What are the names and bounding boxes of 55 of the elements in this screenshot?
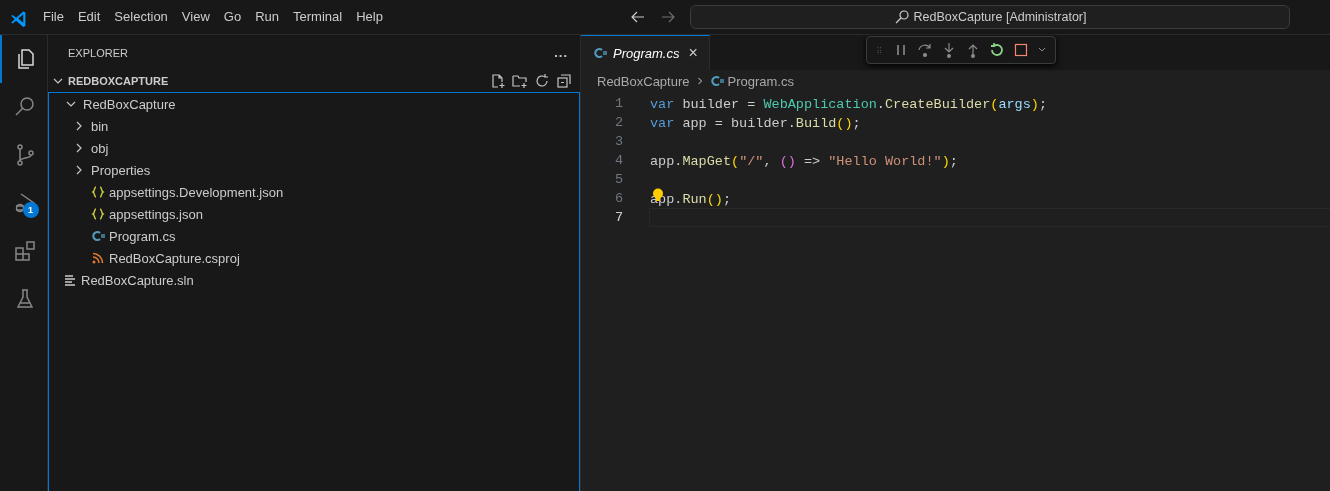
csharp-icon bbox=[709, 74, 724, 88]
folder-name[interactable]: bin bbox=[91, 118, 109, 134]
line-number: 4 bbox=[613, 153, 623, 168]
menu-item[interactable]: View bbox=[174, 6, 217, 28]
file-name[interactable]: appsettings.json bbox=[109, 206, 203, 222]
folder-name[interactable]: Properties bbox=[91, 162, 151, 178]
line-number: 3 bbox=[613, 134, 623, 149]
new-file-icon[interactable] bbox=[490, 73, 506, 89]
activity-button[interactable]: 1 bbox=[0, 179, 48, 227]
file-name[interactable]: appsettings.Development.json bbox=[109, 184, 284, 200]
editor-tab[interactable]: Program.cs × bbox=[581, 35, 710, 70]
menu-item[interactable]: Run bbox=[248, 6, 286, 28]
line-number: 5 bbox=[613, 172, 623, 187]
line-number: 6 bbox=[613, 191, 623, 206]
menu-item[interactable]: Terminal bbox=[286, 6, 350, 28]
menu-item[interactable]: File bbox=[36, 6, 71, 28]
menu-item[interactable]: Edit bbox=[70, 6, 108, 28]
collapse-icon[interactable] bbox=[556, 73, 572, 89]
count-badge: 1 bbox=[22, 202, 39, 218]
extensions-icon bbox=[12, 239, 37, 263]
menu-item[interactable]: Selection bbox=[107, 6, 175, 28]
code-line: var app = builder.Build(); bbox=[649, 115, 862, 132]
file-name[interactable]: RedBoxCapture.sln bbox=[81, 272, 194, 288]
folder-name[interactable]: RedBoxCapture bbox=[83, 96, 176, 112]
close-button[interactable]: × bbox=[685, 44, 701, 62]
restart-icon[interactable] bbox=[989, 42, 1005, 58]
search-icon bbox=[893, 9, 910, 25]
step-over-icon[interactable] bbox=[917, 42, 933, 58]
file-name[interactable]: Program.cs bbox=[109, 228, 176, 244]
back-arrow-icon[interactable] bbox=[630, 9, 646, 25]
forward-arrow-icon[interactable] bbox=[660, 9, 676, 25]
sidebar-title: EXPLORER bbox=[68, 46, 128, 59]
menu-item[interactable]: Help bbox=[349, 6, 390, 28]
folder-name[interactable]: obj bbox=[91, 140, 109, 156]
code-line: app.MapGet("/", () => "Hello World!"); bbox=[649, 153, 959, 170]
breadcrumb-item[interactable]: RedBoxCapture bbox=[597, 73, 690, 89]
section-title[interactable]: REDBOXCAPTURE bbox=[68, 75, 169, 87]
command-center[interactable]: RedBoxCapture [Administrator] bbox=[690, 5, 1290, 29]
line-number: 7 bbox=[613, 210, 623, 225]
line-number: 1 bbox=[613, 96, 623, 111]
refresh-icon[interactable] bbox=[534, 73, 550, 89]
braces-icon bbox=[91, 185, 105, 199]
menu-item[interactable]: Go bbox=[216, 6, 249, 28]
braces-icon bbox=[91, 207, 105, 221]
csharp-icon bbox=[91, 229, 105, 243]
rss-icon bbox=[91, 251, 105, 265]
more-actions[interactable]: ... bbox=[554, 45, 568, 60]
breadcrumb-item[interactable]: Program.cs bbox=[727, 73, 794, 89]
file-name[interactable]: RedBoxCapture.csproj bbox=[109, 250, 240, 266]
line-number: 2 bbox=[613, 115, 623, 130]
stop-icon[interactable] bbox=[1013, 42, 1029, 58]
lines-icon bbox=[63, 273, 77, 287]
code-line: var builder = WebApplication.CreateBuilder(args); bbox=[649, 96, 1049, 113]
csharp-icon bbox=[593, 46, 607, 60]
new-folder-icon[interactable] bbox=[512, 73, 528, 89]
